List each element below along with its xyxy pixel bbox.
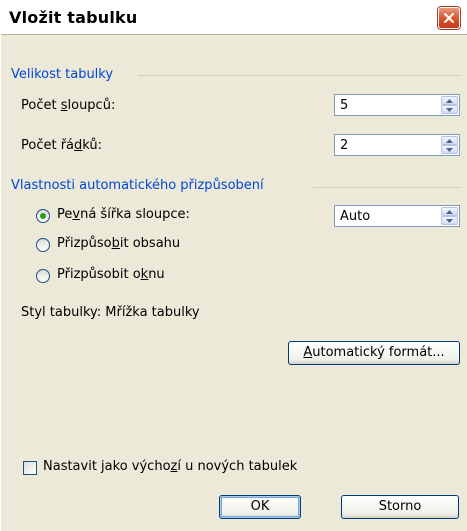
columns-spin-up[interactable] [441,96,458,105]
fit-window-radio[interactable] [36,269,50,283]
columns-stepper[interactable]: 5 [334,94,460,116]
dialog-title: Vložit tabulku [9,8,138,27]
radio-selected-dot [40,213,46,219]
spin-up-icon [446,138,453,143]
spin-down-icon [446,107,453,112]
fixed-width-radio[interactable] [36,209,50,223]
columns-value: 5 [340,98,349,113]
table-style-label: Styl tabulky: Mřížka tabulky [21,305,200,320]
rows-label: Počet řádků: [21,138,103,153]
close-icon [444,13,454,23]
column-width-spin-up[interactable] [441,207,458,216]
spin-up-icon [446,98,453,103]
title-bar: Vložit tabulku [1,1,467,35]
size-group-title: Velikost tabulky [11,67,114,82]
fixed-width-label[interactable]: Pevná šířka sloupce: [57,207,190,222]
fit-window-label[interactable]: Přizpůsobit oknu [57,267,165,282]
column-width-stepper[interactable]: Auto [334,205,460,227]
rows-spin-up[interactable] [441,136,458,145]
cancel-button[interactable]: Storno [341,495,459,519]
spin-down-icon [446,147,453,152]
rows-spin-down[interactable] [441,145,458,154]
column-width-spin-down[interactable] [441,216,458,225]
size-group-divider [138,75,460,76]
autofit-group-title: Vlastnosti automatického přizpůsobení [11,178,264,193]
set-default-checkbox[interactable] [23,461,37,475]
spin-down-icon [446,218,453,223]
rows-spin[interactable] [441,136,458,154]
fit-content-radio[interactable] [36,238,50,252]
spin-up-icon [446,209,453,214]
close-button[interactable] [438,7,460,29]
rows-value: 2 [340,138,349,153]
columns-spin[interactable] [441,96,458,114]
column-width-value: Auto [340,209,371,224]
column-width-spin[interactable] [441,207,458,225]
ok-button[interactable]: OK [219,495,301,519]
autofit-group-divider [313,187,460,188]
columns-label: Počet sloupců: [21,98,116,113]
fit-content-label[interactable]: Přizpůsobit obsahu [57,236,180,251]
autoformat-button[interactable]: Automatický formát... [288,341,460,365]
insert-table-dialog: Vložit tabulku Velikost tabulky Počet sl… [0,0,467,531]
rows-stepper[interactable]: 2 [334,134,460,156]
set-default-label[interactable]: Nastavit jako výchozí u nových tabulek [43,459,297,474]
columns-spin-down[interactable] [441,105,458,114]
